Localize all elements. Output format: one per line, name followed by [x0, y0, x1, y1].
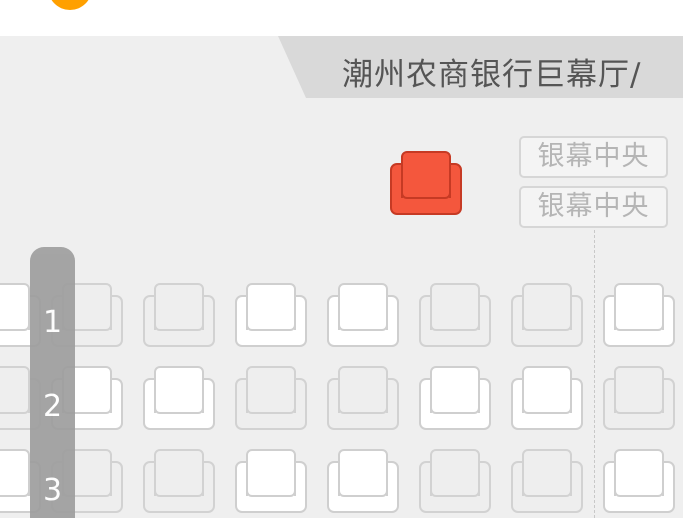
hall-name: 潮州农商银行巨幕厅/: [342, 57, 642, 93]
seat-available[interactable]: [326, 282, 400, 348]
seat-available[interactable]: [326, 448, 400, 514]
seat-sold: [142, 448, 216, 514]
top-bar: [0, 0, 683, 36]
seat-available[interactable]: [510, 365, 584, 431]
hall-name-banner: 潮州农商银行巨幕厅/: [278, 36, 683, 98]
seat-sold: [510, 282, 584, 348]
row-number-rail: 1 2 3: [30, 247, 75, 518]
seat-available[interactable]: [234, 282, 308, 348]
seat-selected[interactable]: [389, 150, 463, 216]
seat-available[interactable]: [234, 448, 308, 514]
screen-center-label: 银幕中央: [519, 186, 668, 228]
seat-sold: [418, 448, 492, 514]
row-number: 1: [42, 305, 63, 340]
screen-center-line: [594, 230, 595, 518]
seat-sold: [510, 448, 584, 514]
seat-available[interactable]: [602, 282, 676, 348]
seat-available[interactable]: [142, 365, 216, 431]
screen-center-label: 银幕中央: [519, 136, 668, 178]
seat-sold: [418, 282, 492, 348]
seat-sold: [142, 282, 216, 348]
seat-sold: [234, 365, 308, 431]
row-number: 3: [42, 473, 63, 508]
seat-available[interactable]: [602, 448, 676, 514]
seat-sold: [602, 365, 676, 431]
seat-sold: [326, 365, 400, 431]
seat-available[interactable]: [418, 365, 492, 431]
row-number: 2: [42, 389, 63, 424]
app-logo-icon: [48, 0, 92, 10]
